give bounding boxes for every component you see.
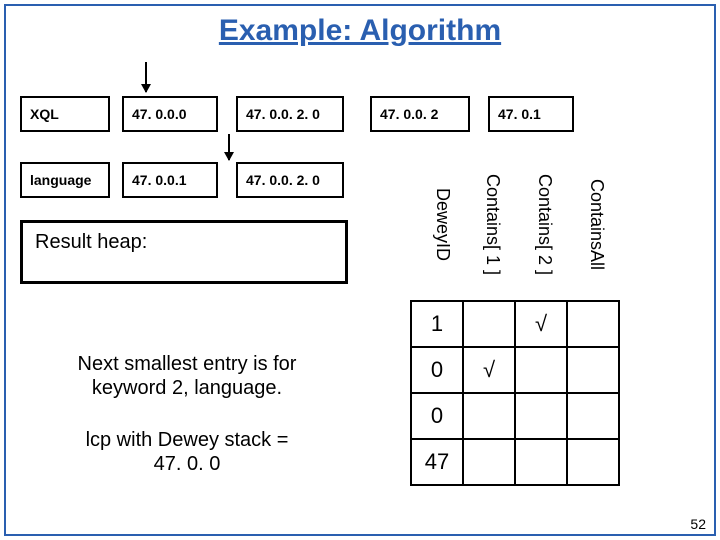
cell-r2-c1: 47. 0.0.1 [122,162,218,198]
table-cell [567,347,619,393]
caption-2: lcp with Dewey stack = 47. 0. 0 [32,428,342,476]
table-cell: 47 [411,439,463,485]
result-heap-box: Result heap: [20,220,348,284]
table-row: 0 [411,393,619,439]
table-cell [515,439,567,485]
table-cell: √ [463,347,515,393]
table-cell [567,393,619,439]
dewey-table: 1 √ 0 √ 0 47 [410,300,620,486]
caption-2-line2: 47. 0. 0 [32,452,342,476]
table-cell [463,301,515,347]
table-cell: 1 [411,301,463,347]
slide-title: Example: Algorithm [0,14,720,48]
caption-1-line2: keyword 2, language. [32,376,342,400]
table-cell [463,439,515,485]
table-cell [515,393,567,439]
caption-2-line1: lcp with Dewey stack = [32,428,342,452]
table-header-2: Contains[ 2 ] [534,165,555,285]
table-cell [515,347,567,393]
arrow-down-1 [145,62,147,92]
table-cell: √ [515,301,567,347]
arrow-down-2 [228,134,230,160]
table-cell: 0 [411,393,463,439]
cell-r2-c2: 47. 0.0. 2. 0 [236,162,344,198]
table-row: 1 √ [411,301,619,347]
table-header-3: ContainsAll [586,165,607,285]
table-row: 47 [411,439,619,485]
table-cell: 0 [411,347,463,393]
caption-1: Next smallest entry is for keyword 2, la… [32,352,342,400]
cell-r1-c1: 47. 0.0.0 [122,96,218,132]
table-header-0: DeweyID [432,165,453,285]
page-number: 52 [690,516,706,532]
cell-r1-c4: 47. 0.1 [488,96,574,132]
table-cell [567,439,619,485]
cell-r1-c0: XQL [20,96,110,132]
result-heap-label: Result heap: [35,231,147,253]
cell-r2-c0: language [20,162,110,198]
cell-r1-c2: 47. 0.0. 2. 0 [236,96,344,132]
caption-1-line1: Next smallest entry is for [32,352,342,376]
cell-r1-c3: 47. 0.0. 2 [370,96,470,132]
table-cell [567,301,619,347]
table-cell [463,393,515,439]
table-row: 0 √ [411,347,619,393]
table-header-1: Contains[ 1 ] [482,165,503,285]
